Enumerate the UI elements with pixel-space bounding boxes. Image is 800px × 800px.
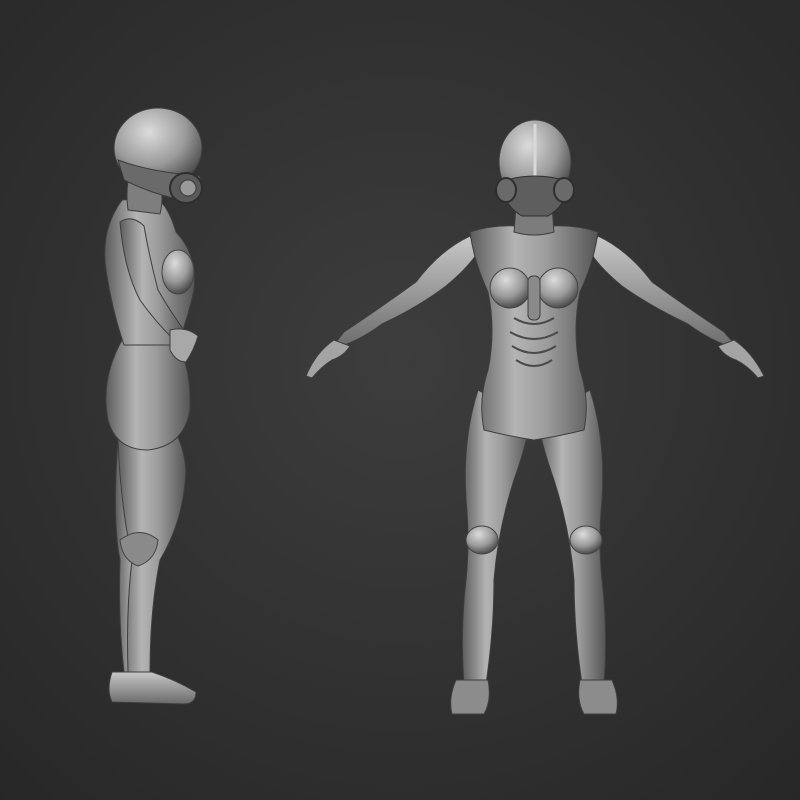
sculpt-viewport xyxy=(0,0,800,800)
side-goggle-inner xyxy=(179,179,197,197)
front-foot-left xyxy=(450,679,490,715)
front-knee-left xyxy=(465,525,499,555)
front-spine-clasp xyxy=(527,275,541,321)
front-goggle-left xyxy=(495,177,517,203)
front-goggle-right xyxy=(553,177,575,203)
render-canvas xyxy=(0,0,800,800)
front-foot-right xyxy=(578,679,618,715)
front-chest-left xyxy=(489,267,531,309)
side-chest xyxy=(161,249,195,295)
front-chest-right xyxy=(537,267,579,309)
front-knee-right xyxy=(569,525,603,555)
